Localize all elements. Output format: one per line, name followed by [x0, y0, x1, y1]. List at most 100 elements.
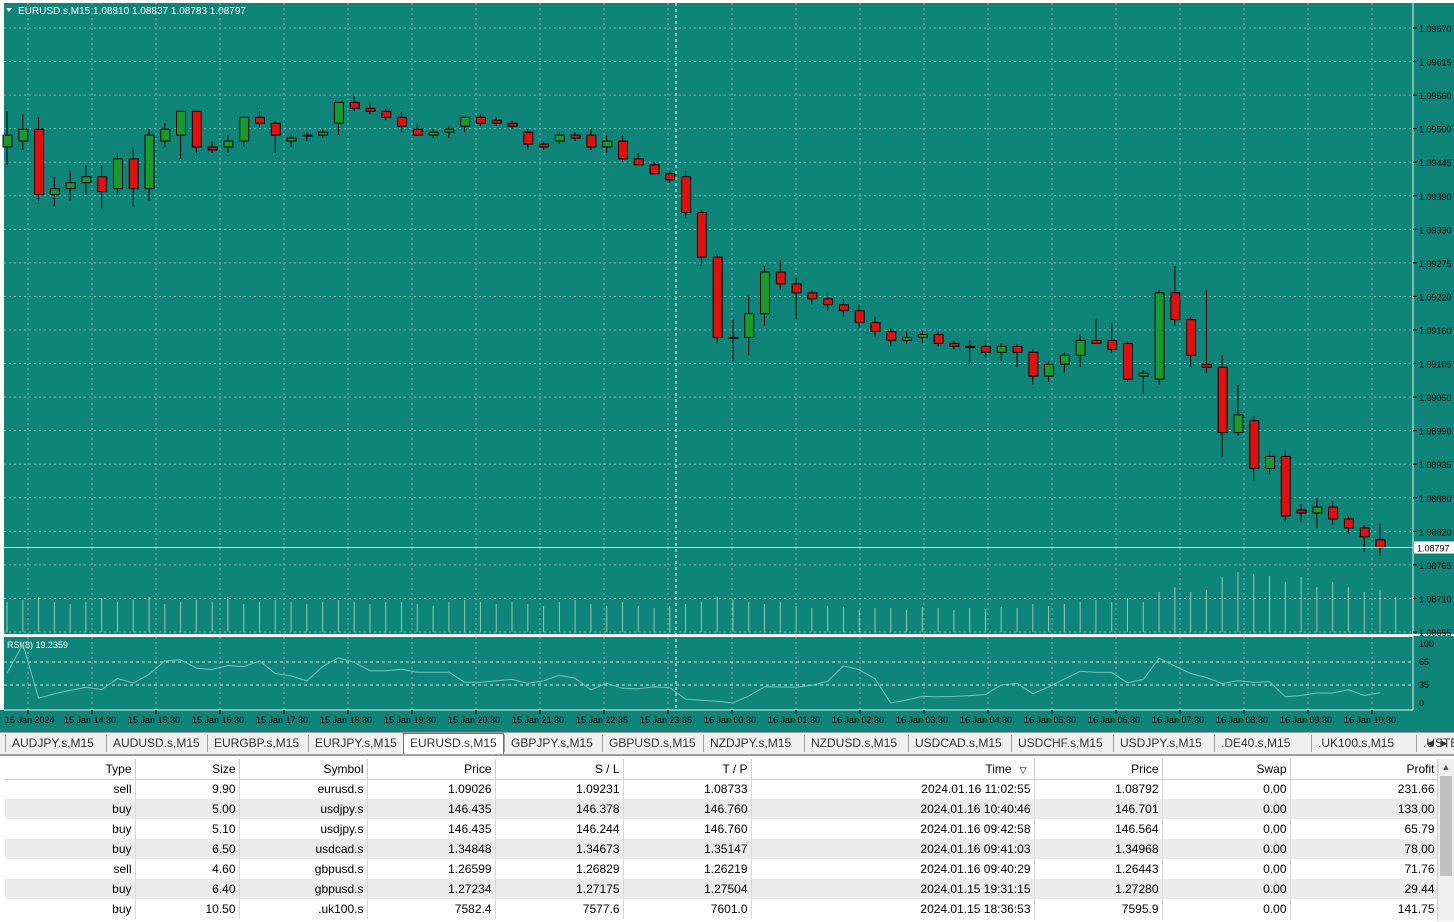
candle-body[interactable] [696, 211, 707, 258]
candle-body[interactable] [144, 134, 155, 190]
candle-body[interactable] [491, 119, 502, 124]
candle-body[interactable] [712, 256, 723, 338]
candle-body[interactable] [617, 140, 628, 160]
candle-body[interactable] [1280, 455, 1291, 517]
candle-body[interactable] [807, 292, 818, 300]
candle-body[interactable] [365, 107, 376, 112]
candle-body[interactable] [2, 134, 13, 148]
candle-body[interactable] [333, 101, 344, 124]
column-header[interactable]: Size [135, 759, 240, 780]
candle-body[interactable] [917, 333, 928, 338]
chart-tab[interactable]: EURJPY.s,M15 [308, 735, 403, 752]
candle-body[interactable] [539, 143, 550, 148]
candle-body[interactable] [602, 140, 613, 148]
candle-body[interactable] [286, 137, 297, 142]
candle-body[interactable] [1028, 351, 1039, 377]
chart-tab[interactable]: AUDJPY.s,M15 [5, 735, 106, 752]
chart-tab[interactable]: USDCHF.s,M15 [1011, 735, 1113, 752]
candle-body[interactable] [791, 283, 802, 294]
candle-body[interactable] [34, 128, 45, 196]
candle-body[interactable] [760, 271, 771, 315]
candle-body[interactable] [665, 173, 676, 181]
column-header[interactable]: Symbol [239, 759, 368, 780]
candle-body[interactable] [854, 310, 865, 324]
chart-tab[interactable]: EURUSD.s,M15 [403, 733, 504, 754]
candle-body[interactable] [1059, 354, 1070, 365]
column-header[interactable]: Time ▽ [751, 759, 1035, 780]
candle-body[interactable] [523, 131, 534, 145]
chart-tab[interactable]: NZDUSD.s,M15 [804, 735, 908, 752]
column-header[interactable]: Profit [1290, 759, 1439, 780]
chart-tab[interactable]: .DE40.s,M15 [1214, 735, 1311, 752]
candle-body[interactable] [1296, 509, 1307, 514]
candle-body[interactable] [1359, 527, 1370, 538]
candle-body[interactable] [1012, 345, 1023, 353]
chart-tab[interactable]: EURGBP.s,M15 [207, 735, 308, 752]
candle-body[interactable] [965, 345, 976, 348]
chart-tab[interactable]: GBPUSD.s,M15 [602, 735, 703, 752]
column-header[interactable]: Swap [1162, 759, 1291, 780]
candle-body[interactable] [49, 188, 60, 196]
trade-row[interactable]: sell 9.90 eurusd.s 1.09026 1.09231 1.08733 202… [5, 779, 1439, 799]
chart-tab[interactable]: USDJPY.s,M15 [1113, 735, 1214, 752]
candle-body[interactable] [902, 336, 913, 341]
candle-body[interactable] [1170, 292, 1181, 321]
candle-body[interactable] [586, 134, 597, 148]
candle-body[interactable] [1265, 455, 1276, 469]
candle-body[interactable] [1154, 292, 1165, 380]
candle-body[interactable] [507, 122, 518, 127]
candle-body[interactable] [980, 345, 991, 353]
candle-body[interactable] [255, 116, 266, 124]
candle-body[interactable] [18, 128, 29, 142]
candle-body[interactable] [1122, 342, 1133, 380]
candle-body[interactable] [1343, 518, 1354, 529]
candle-body[interactable] [207, 146, 218, 151]
trade-row[interactable]: buy 6.40 gbpusd.s 1.27234 1.27175 1.27504 2024… [5, 879, 1439, 899]
candle-body[interactable] [1328, 506, 1339, 520]
candle-body[interactable] [775, 271, 786, 285]
candle-body[interactable] [239, 116, 250, 142]
chart-window[interactable]: 1.09670 1.09615 1.09560 1.09500 1.09445 1.093… [0, 0, 1454, 732]
column-header[interactable]: S / L [495, 759, 624, 780]
candle-body[interactable] [397, 116, 408, 127]
candle-body[interactable] [823, 298, 834, 306]
candle-body[interactable] [128, 158, 139, 190]
candle-body[interactable] [744, 313, 755, 338]
candle-body[interactable] [160, 128, 171, 142]
main-plot-area[interactable] [4, 3, 1413, 634]
trade-row[interactable]: sell 4.60 gbpusd.s 1.26599 1.26829 1.26219 202… [5, 859, 1439, 879]
candle-body[interactable] [886, 330, 897, 341]
candle-body[interactable] [223, 140, 234, 148]
candle-body[interactable] [570, 134, 581, 139]
candle-body[interactable] [444, 128, 455, 133]
tab-scroll-left-icon[interactable]: ◀ [1424, 736, 1436, 750]
candle-body[interactable] [318, 131, 329, 136]
chart-tab[interactable]: AUDUSD.s,M15 [106, 735, 207, 752]
candle-body[interactable] [681, 176, 692, 213]
candle-body[interactable] [996, 345, 1007, 353]
candle-body[interactable] [1107, 339, 1118, 350]
candle-body[interactable] [428, 131, 439, 136]
candle-body[interactable] [412, 128, 423, 136]
scroll-up-arrow-icon[interactable]: ▲ [1438, 759, 1454, 775]
candle-body[interactable] [870, 322, 881, 332]
candle-body[interactable] [475, 116, 486, 124]
candle-body[interactable] [191, 110, 202, 148]
column-header[interactable]: Price [1034, 759, 1163, 780]
candle-body[interactable] [554, 134, 565, 142]
candle-body[interactable] [1138, 372, 1149, 377]
trade-scrollbar[interactable]: ▲ [1437, 759, 1454, 921]
candle-body[interactable] [1233, 414, 1244, 434]
chart-tab[interactable]: GBPJPY.s,M15 [504, 735, 602, 752]
tab-scroll-right-icon[interactable]: ▶ [1438, 736, 1450, 750]
candle-body[interactable] [649, 164, 660, 175]
candle-body[interactable] [81, 176, 92, 184]
candle-body[interactable] [633, 158, 644, 166]
trade-row[interactable]: buy 5.00 usdjpy.s 146.435 146.378 146.760 2024… [5, 799, 1439, 819]
candle-body[interactable] [302, 134, 313, 137]
price-chart[interactable]: 1.09670 1.09615 1.09560 1.09500 1.09445 1.093… [0, 0, 1454, 732]
candle-body[interactable] [349, 101, 360, 109]
candle-body[interactable] [1044, 363, 1055, 377]
candle-body[interactable] [1375, 539, 1386, 548]
candle-body[interactable] [1201, 363, 1212, 368]
